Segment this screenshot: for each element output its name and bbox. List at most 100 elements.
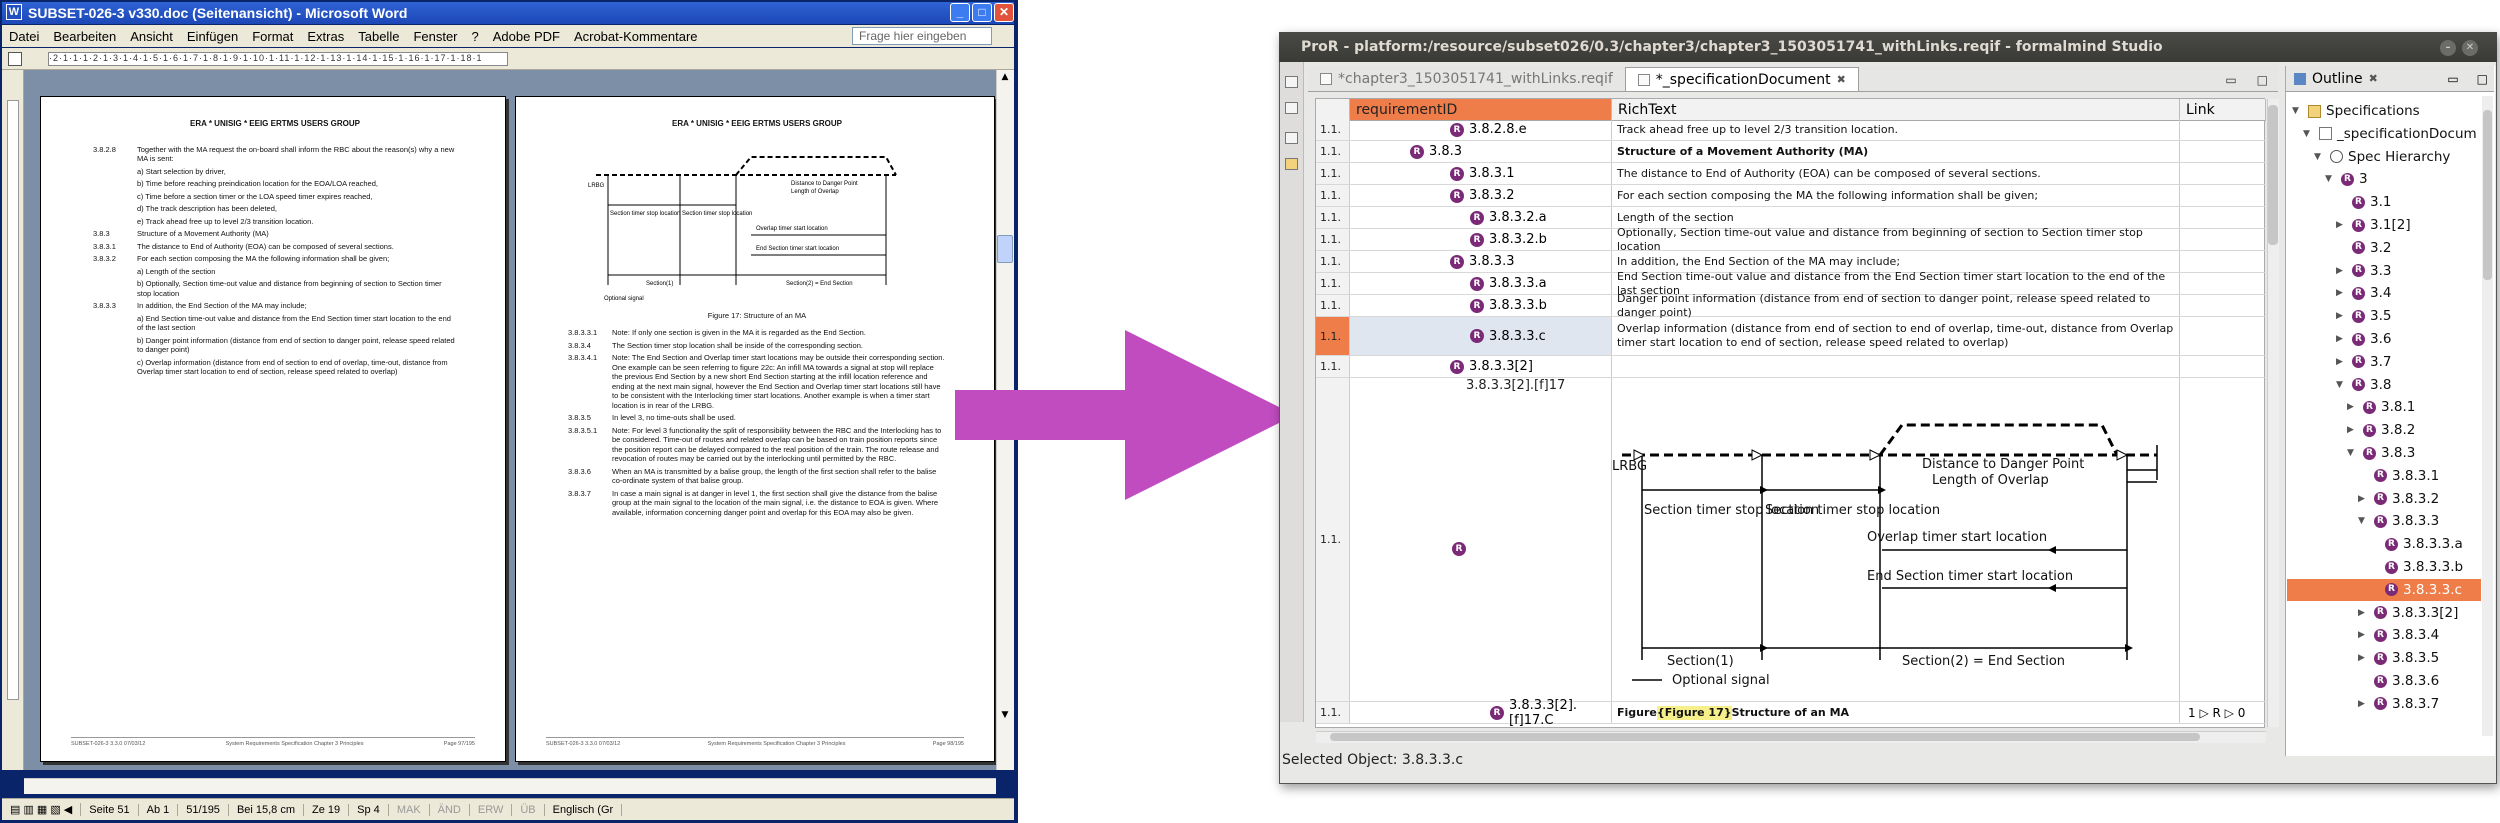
requirement-id-cell[interactable]: R 3.8.3.2 xyxy=(1350,185,1612,206)
ruler-ticks[interactable]: ·2·1·1·1·2·1·3·1·4·1·5·1·6·1·7·1·8·1·9·1… xyxy=(48,52,508,66)
view-buttons[interactable]: ▤ ▥ ▦ ▧ ◀ xyxy=(2,803,82,816)
outline-item[interactable]: R 3.2 xyxy=(2336,237,2391,259)
figure-17-structure-of-ma[interactable]: LRBG Distance to Danger Point Length of … xyxy=(1612,410,2172,700)
link-cell[interactable] xyxy=(2180,163,2266,184)
link-cell[interactable] xyxy=(2180,378,2266,701)
tree-toggle-icon[interactable]: ▶ xyxy=(2358,699,2370,709)
tree-toggle-icon[interactable]: ▼ xyxy=(2325,174,2337,184)
menu-item-2[interactable]: Ansicht xyxy=(123,29,180,44)
link-cell[interactable]: 1 ▷ R ▷ 0 xyxy=(2180,702,2266,723)
word-app-icon[interactable]: W xyxy=(6,4,22,20)
tree-toggle-icon[interactable]: ▼ xyxy=(2314,152,2326,162)
tree-toggle-icon[interactable]: ▶ xyxy=(2336,288,2348,298)
restore-icon[interactable] xyxy=(1285,132,1298,144)
outline-item[interactable]: R 3.8.3.1 xyxy=(2358,465,2439,487)
tree-toggle-icon[interactable]: ▶ xyxy=(2336,357,2348,367)
richtext-cell[interactable]: Overlap information (distance from end o… xyxy=(1612,317,2180,355)
tree-toggle-icon[interactable]: ▶ xyxy=(2336,311,2348,321)
menu-item-3[interactable]: Einfügen xyxy=(180,29,245,44)
outline-item[interactable]: ▶ R 3.3 xyxy=(2336,260,2391,282)
requirement-id-cell[interactable]: R 3.8.3.2.a xyxy=(1350,207,1612,228)
requirement-id-cell[interactable]: R 3.8.2.8.e xyxy=(1350,119,1612,140)
link-cell[interactable] xyxy=(2180,141,2266,162)
tree-toggle-icon[interactable]: ▼ xyxy=(2336,380,2348,390)
table-row[interactable]: 1.1. R 3.8.3.3.c Overlap information (dista… xyxy=(1316,317,2266,356)
outline-item[interactable]: ▶ R 3.7 xyxy=(2336,351,2391,373)
requirement-id-cell[interactable]: R 3.8.3.3.c xyxy=(1350,317,1612,355)
richtext-cell[interactable]: Danger point information (distance from … xyxy=(1612,292,2180,319)
outline-item[interactable]: ▶ R 3.8.1 xyxy=(2347,396,2415,418)
link-cell[interactable] xyxy=(2180,229,2266,250)
outline-item[interactable]: ▶ R 3.1[2] xyxy=(2336,214,2411,236)
tree-toggle-icon[interactable]: ▶ xyxy=(2347,425,2359,435)
tab-reqif-file[interactable]: *chapter3_1503051741_withLinks.reqif xyxy=(1308,67,1625,91)
outline-item[interactable]: ▶ R 3.4 xyxy=(2336,282,2391,304)
link-cell[interactable] xyxy=(2180,356,2266,377)
column-header-index[interactable] xyxy=(1316,99,1350,121)
horizontal-scrollbar[interactable] xyxy=(24,778,996,794)
table-row[interactable]: 1.1. R 3.8.3.2.b Optionally, Section time-o… xyxy=(1316,226,2266,253)
menu-item-1[interactable]: Bearbeiten xyxy=(46,29,123,44)
tree-toggle-icon[interactable]: ▶ xyxy=(2347,402,2359,412)
table-row[interactable]: 1.1. R 3.8.3 Structure of a Movement Author… xyxy=(1316,141,2266,163)
outline-item[interactable]: R 3.1 xyxy=(2336,191,2391,213)
tab-selector-icon[interactable] xyxy=(8,52,22,66)
richtext-cell[interactable]: Track ahead free up to level 2/3 transit… xyxy=(1612,119,2180,140)
link-cell[interactable] xyxy=(2180,207,2266,228)
menu-item-9[interactable]: Adobe PDF xyxy=(486,29,567,44)
scroll-up-icon[interactable]: ▲ xyxy=(998,72,1012,86)
table-row[interactable]: 1.1. R 3.8.3.3[2] xyxy=(1316,356,2266,378)
outline-item[interactable]: ▶ R 3.8.2 xyxy=(2347,419,2415,441)
pror-minimize-button[interactable]: – xyxy=(2440,40,2456,56)
outline-item[interactable]: ▼ R 3.8.3 xyxy=(2347,442,2415,464)
tree-toggle-icon[interactable]: ▼ xyxy=(2358,516,2370,526)
link-cell[interactable] xyxy=(2180,185,2266,206)
grid-scroll-thumb[interactable] xyxy=(2268,105,2278,245)
requirement-id-cell[interactable]: R 3.8.3.3.b xyxy=(1350,295,1612,316)
link-cell[interactable] xyxy=(2180,273,2266,294)
richtext-cell[interactable] xyxy=(1612,356,2180,377)
menu-item-8[interactable]: ? xyxy=(465,29,486,44)
link-cell[interactable] xyxy=(2180,251,2266,272)
column-header-link[interactable]: Link xyxy=(2180,99,2266,121)
richtext-cell[interactable]: The distance to End of Authority (EOA) c… xyxy=(1612,163,2180,184)
outline-item[interactable]: R 3.8.3.3.b xyxy=(2369,556,2463,578)
tree-toggle-icon[interactable]: ▶ xyxy=(2336,266,2348,276)
outline-item[interactable]: ▶ R 3.5 xyxy=(2336,305,2391,327)
table-row[interactable]: 1.1. R 3.8.3.3[2].[f]17.C Figure {Figure 17… xyxy=(1316,698,2266,728)
close-tab-icon[interactable]: ✖ xyxy=(1837,73,1846,86)
tree-toggle-icon[interactable]: ▼ xyxy=(2303,129,2315,139)
requirement-id-cell[interactable]: R 3.8.3.3[2].[f]17.C xyxy=(1350,698,1612,728)
table-row[interactable]: 1.1. R 3.8.2.8.e Track ahead free up to lev… xyxy=(1316,119,2266,141)
scroll-down-icon[interactable]: ▼ xyxy=(998,710,1012,724)
outline-item[interactable]: ▼ R 3 xyxy=(2325,168,2368,190)
word-title-bar[interactable]: SUBSET-026-3 v330.doc (Seitenansicht) - … xyxy=(2,2,1014,24)
minimize-button[interactable]: _ xyxy=(950,3,970,22)
requirement-id-cell[interactable] xyxy=(1350,378,1612,701)
outline-item[interactable]: R 3.8.3.3.c xyxy=(2287,578,2481,601)
restore-icon[interactable] xyxy=(1285,76,1298,88)
requirement-id-cell[interactable]: R 3.8.3.3.a xyxy=(1350,273,1612,294)
tree-toggle-icon[interactable]: ▶ xyxy=(2358,630,2370,640)
outline-item[interactable]: ▶ R 3.8.3.7 xyxy=(2358,693,2439,715)
help-search-input[interactable]: Frage hier eingeben xyxy=(852,27,992,45)
richtext-cell[interactable]: Optionally, Section time-out value and d… xyxy=(1612,226,2180,253)
column-header-requirementid[interactable]: requirementID xyxy=(1350,99,1612,121)
requirement-id-cell[interactable]: R 3.8.3.3 xyxy=(1350,251,1612,272)
outline-scroll-thumb[interactable] xyxy=(2483,110,2492,280)
outline-item[interactable]: ▼ Specifications xyxy=(2292,100,2420,122)
minimize-view-icon[interactable]: ▭ xyxy=(2215,73,2246,91)
pror-close-button[interactable]: ✕ xyxy=(2462,40,2478,56)
requirement-id-cell[interactable]: R 3.8.3.1 xyxy=(1350,163,1612,184)
link-cell[interactable] xyxy=(2180,119,2266,140)
outline-item[interactable]: ▶ R 3.8.3.4 xyxy=(2358,624,2439,646)
tree-toggle-icon[interactable]: ▶ xyxy=(2336,220,2348,230)
scroll-thumb[interactable] xyxy=(997,235,1013,263)
outline-item[interactable]: ▶ R 3.8.3.3[2] xyxy=(2358,602,2458,624)
tree-toggle-icon[interactable]: ▼ xyxy=(2347,448,2359,458)
outline-item[interactable]: ▼ _specificationDocum xyxy=(2303,123,2477,145)
menu-item-7[interactable]: Fenster xyxy=(406,29,464,44)
requirement-id-cell[interactable]: R 3.8.3.3[2] xyxy=(1350,356,1612,377)
table-row[interactable]: 1.1. R 3.8.3.2 For each section composing t… xyxy=(1316,185,2266,207)
outline-item[interactable]: ▶ R 3.8.3.5 xyxy=(2358,647,2439,669)
